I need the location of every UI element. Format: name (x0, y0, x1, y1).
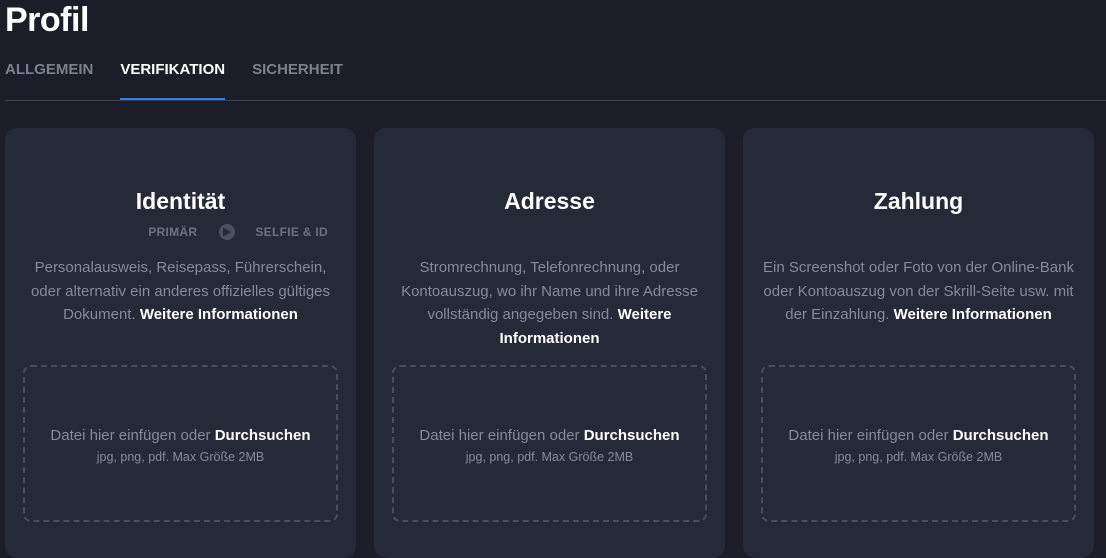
card-description: Stromrechnung, Telefonrechnung, oder Kon… (392, 256, 707, 350)
dropzone-label: Datei hier einfügen oder (419, 427, 580, 444)
card-title: Adresse (504, 188, 595, 214)
file-format-hint: jpg, png, pdf. Max Größe 2MB (834, 450, 1003, 464)
file-format-hint: jpg, png, pdf. Max Größe 2MB (465, 450, 634, 464)
tab-allgemein[interactable]: ALLGEMEIN (5, 60, 93, 100)
card-title: Zahlung (873, 188, 964, 214)
dropzone-text: Datei hier einfügen oder Durchsuchen (25, 427, 336, 444)
dropzone-label: Datei hier einfügen oder (788, 427, 949, 444)
payment-card: Zahlung Ein Screenshot oder Foto von der… (743, 128, 1094, 558)
file-dropzone[interactable]: Datei hier einfügen oder Durchsuchen jpg… (23, 365, 338, 522)
step-selfie-id: SELFIE & ID (255, 225, 328, 239)
file-dropzone[interactable]: Datei hier einfügen oder Durchsuchen jpg… (392, 365, 707, 522)
tab-sicherheit[interactable]: SICHERHEIT (252, 60, 343, 100)
file-format-hint: jpg, png, pdf. Max Größe 2MB (96, 450, 265, 464)
tab-verifikation[interactable]: VERIFIKATION (120, 60, 225, 100)
chevron-right-icon: ▶ (219, 224, 236, 240)
verification-steps: PRIMÄR ▶ SELFIE & ID (5, 224, 356, 240)
dropzone-text: Datei hier einfügen oder Durchsuchen (763, 427, 1074, 444)
browse-link[interactable]: Durchsuchen (215, 427, 311, 444)
tab-bar: ALLGEMEIN VERIFIKATION SICHERHEIT (5, 60, 1106, 101)
browse-link[interactable]: Durchsuchen (584, 427, 680, 444)
address-card: Adresse Stromrechnung, Telefonrechnung, … (374, 128, 725, 558)
dropzone-text: Datei hier einfügen oder Durchsuchen (394, 427, 705, 444)
browse-link[interactable]: Durchsuchen (953, 427, 1049, 444)
card-description: Personalausweis, Reisepass, Führerschein… (23, 256, 338, 327)
dropzone-label: Datei hier einfügen oder (50, 427, 211, 444)
step-primary: PRIMÄR (148, 225, 198, 239)
card-description: Ein Screenshot oder Foto von der Online-… (761, 256, 1076, 327)
tabs-divider (5, 100, 1106, 101)
more-info-link[interactable]: Weitere Informationen (140, 306, 298, 323)
identity-card: Identität PRIMÄR ▶ SELFIE & ID Personala… (5, 128, 356, 558)
more-info-link[interactable]: Weitere Informationen (894, 306, 1052, 323)
file-dropzone[interactable]: Datei hier einfügen oder Durchsuchen jpg… (761, 365, 1076, 522)
card-title: Identität (135, 188, 226, 214)
page-title: Profil (5, 1, 89, 39)
